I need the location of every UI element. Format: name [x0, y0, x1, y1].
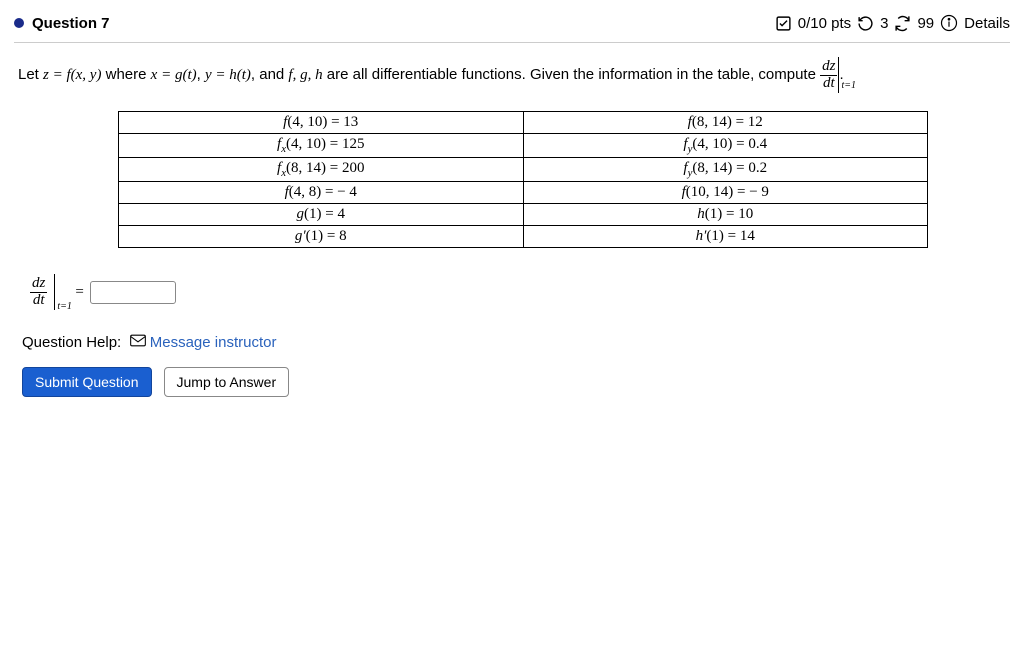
- table-cell: f(10, 14) = − 9: [523, 182, 928, 204]
- question-header: Question 7 0/10 pts 3 99 Details: [14, 10, 1010, 43]
- question-title-group: Question 7: [14, 15, 110, 32]
- undo-icon: [857, 15, 874, 32]
- eval-bar-icon: t=1: [838, 57, 839, 93]
- table-cell: g′(1) = 8: [119, 226, 524, 248]
- score-text: 0/10 pts: [798, 15, 851, 32]
- submit-question-button[interactable]: Submit Question: [22, 367, 152, 397]
- prompt-text: Let: [18, 66, 43, 83]
- mail-icon: [130, 334, 146, 347]
- button-row: Submit Question Jump to Answer: [22, 367, 1006, 397]
- math-z-eq-fxy: z = f(x, y): [43, 67, 101, 83]
- table-cell: f(4, 8) = − 4: [119, 182, 524, 204]
- fraction-denominator: dt: [30, 293, 47, 309]
- prompt-text: where: [101, 66, 150, 83]
- message-instructor-link[interactable]: Message instructor: [150, 334, 277, 351]
- table-cell: f(4, 10) = 13: [119, 112, 524, 134]
- attempts-left: 3: [880, 15, 888, 32]
- table-row: g′(1) = 8h′(1) = 14: [119, 226, 928, 248]
- table-cell: h′(1) = 14: [523, 226, 928, 248]
- table-row: f(4, 10) = 13f(8, 14) = 12: [119, 112, 928, 134]
- help-label: Question Help:: [22, 334, 121, 351]
- table-cell: g(1) = 4: [119, 204, 524, 226]
- answer-input[interactable]: [90, 281, 176, 304]
- eval-subscript: t=1: [57, 301, 72, 312]
- table-cell: h(1) = 10: [523, 204, 928, 226]
- eval-bar-icon: t=1: [54, 274, 55, 310]
- math-y-eq-ht: y = h(t): [205, 67, 251, 83]
- question-body: Let z = f(x, y) where x = g(t), y = h(t)…: [14, 43, 1010, 401]
- question-prompt: Let z = f(x, y) where x = g(t), y = h(t)…: [18, 57, 1006, 93]
- question-title: Question 7: [32, 15, 110, 32]
- table-row: fx(4, 10) = 125fy(4, 10) = 0.4: [119, 134, 928, 158]
- fraction-numerator: dz: [30, 276, 47, 293]
- info-icon[interactable]: [940, 14, 958, 32]
- prompt-text: are all differentiable functions. Given …: [323, 66, 821, 83]
- details-link[interactable]: Details: [964, 15, 1010, 32]
- table-cell: fy(8, 14) = 0.2: [523, 158, 928, 182]
- prompt-text: ,: [197, 66, 205, 83]
- help-row: Question Help: Message instructor: [22, 334, 1006, 351]
- table-cell: fx(4, 10) = 125: [119, 134, 524, 158]
- table-cell: fy(4, 10) = 0.4: [523, 134, 928, 158]
- eval-subscript: t=1: [841, 77, 856, 95]
- table-cell: fx(8, 14) = 200: [119, 158, 524, 182]
- math-x-eq-gt: x = g(t): [151, 67, 197, 83]
- answer-row: dz dt t=1 =: [30, 274, 1006, 310]
- question-meta: 0/10 pts 3 99 Details: [775, 14, 1010, 32]
- values-table: f(4, 10) = 13f(8, 14) = 12fx(4, 10) = 12…: [118, 111, 928, 248]
- table-row: g(1) = 4h(1) = 10: [119, 204, 928, 226]
- fraction-numerator: dz: [820, 59, 837, 76]
- math-dzdt-fraction: dz dt: [820, 59, 837, 92]
- fraction-denominator: dt: [820, 76, 837, 92]
- prompt-text: , and: [251, 66, 289, 83]
- math-dzdt-fraction: dz dt: [30, 276, 47, 309]
- math-fgh: f, g, h: [288, 67, 322, 83]
- jump-to-answer-button[interactable]: Jump to Answer: [164, 367, 290, 397]
- table-row: f(4, 8) = − 4f(10, 14) = − 9: [119, 182, 928, 204]
- retries-count: 99: [917, 15, 934, 32]
- table-row: fx(8, 14) = 200fy(8, 14) = 0.2: [119, 158, 928, 182]
- checkbox-icon: [775, 15, 792, 32]
- table-cell: f(8, 14) = 12: [523, 112, 928, 134]
- refresh-icon: [894, 15, 911, 32]
- status-bullet-icon: [14, 18, 24, 28]
- equals-sign: =: [75, 284, 83, 301]
